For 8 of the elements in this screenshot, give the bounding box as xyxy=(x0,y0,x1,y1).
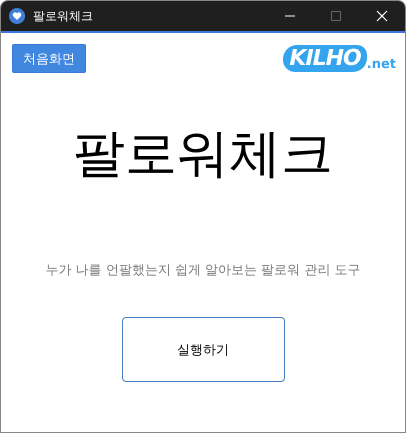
close-icon xyxy=(376,10,388,22)
window-title: 팔로워체크 xyxy=(33,8,94,24)
app-heading: 팔로워체크 xyxy=(72,123,334,186)
run-button[interactable]: 실행하기 xyxy=(122,317,284,382)
home-button[interactable]: 처음화면 xyxy=(12,44,86,73)
subtitle: 누가 나를 언팔했는지 쉽게 알아보는 팔로워 관리 도구 xyxy=(44,262,362,279)
maximize-icon xyxy=(331,11,341,21)
logo: KILHO .net xyxy=(283,45,396,72)
